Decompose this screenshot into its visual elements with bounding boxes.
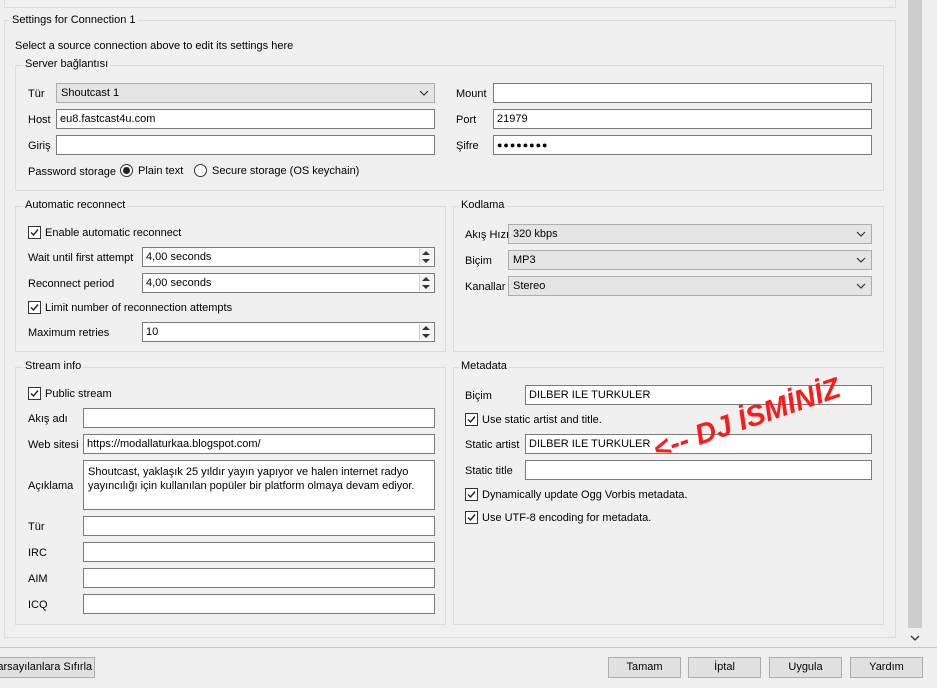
- period-spinbox[interactable]: 4,00 seconds: [142, 273, 435, 293]
- host-label: Host: [28, 114, 51, 126]
- wait-spinbox[interactable]: 4,00 seconds: [142, 247, 435, 267]
- metadata-format-label: Biçim: [465, 390, 492, 402]
- login-input[interactable]: [56, 135, 435, 155]
- connection-hint: Select a source connection above to edit…: [15, 40, 294, 52]
- host-input[interactable]: eu8.fastcast4u.com: [56, 109, 435, 129]
- public-stream-label: Public stream: [45, 388, 112, 400]
- check-icon: [30, 390, 39, 398]
- password-input[interactable]: ●●●●●●●●: [493, 135, 872, 155]
- bottom-separator: [0, 647, 937, 648]
- port-input[interactable]: 21979: [493, 109, 872, 129]
- password-storage-label: Password storage: [28, 166, 117, 178]
- stream-name-label: Akış adı: [28, 413, 68, 425]
- description-label: Açıklama: [28, 480, 74, 492]
- description-textarea[interactable]: Shoutcast, yaklaşık 25 yıldır yayın yapı…: [83, 460, 435, 510]
- check-icon: [467, 491, 476, 499]
- limit-attempts-checkbox[interactable]: [28, 301, 41, 314]
- check-icon: [30, 304, 39, 312]
- channels-label: Kanallar: [465, 281, 506, 293]
- enable-reconnect-checkbox[interactable]: [28, 226, 41, 239]
- mount-label: Mount: [456, 88, 487, 100]
- server-type-value: Shoutcast 1: [61, 87, 120, 99]
- server-type-label: Tür: [28, 88, 45, 100]
- enable-reconnect-label: Enable automatic reconnect: [45, 227, 182, 239]
- wait-label: Wait until first attempt: [28, 252, 134, 264]
- metadata-format-input[interactable]: DILBER ILE TURKULER: [525, 385, 872, 405]
- port-label: Port: [456, 114, 477, 126]
- irc-label: IRC: [28, 547, 47, 559]
- top-panel-edge: [4, 0, 896, 8]
- storage-secure-label: Secure storage (OS keychain): [212, 165, 360, 177]
- max-retries-spinbox[interactable]: 10: [142, 322, 435, 342]
- spin-arrows-icon[interactable]: [419, 324, 433, 340]
- max-retries-label: Maximum retries: [28, 327, 110, 339]
- stream-info-title: Stream info: [23, 360, 84, 373]
- format-value: MP3: [513, 254, 536, 266]
- reset-defaults-button[interactable]: Varsayılanlara Sıfırla: [0, 657, 95, 678]
- server-type-select[interactable]: Shoutcast 1: [56, 83, 435, 103]
- server-group-title: Server bağlantısı: [23, 58, 111, 71]
- static-title-input[interactable]: [525, 460, 872, 480]
- wait-value: 4,00 seconds: [146, 251, 212, 263]
- bitrate-select[interactable]: 320 kbps: [508, 224, 872, 244]
- period-label: Reconnect period: [28, 278, 115, 290]
- storage-plain-label: Plain text: [138, 165, 184, 177]
- utf8-metadata-checkbox[interactable]: [465, 511, 478, 524]
- ogg-metadata-checkbox[interactable]: [465, 488, 478, 501]
- limit-attempts-label: Limit number of reconnection attempts: [45, 302, 233, 314]
- scroll-down-icon[interactable]: [910, 634, 920, 642]
- connection-group-title: Settings for Connection 1: [10, 14, 138, 27]
- password-label: Şifre: [456, 140, 479, 152]
- metadata-group-title: Metadata: [459, 360, 509, 373]
- utf8-metadata-label: Use UTF-8 encoding for metadata.: [482, 512, 652, 524]
- stream-name-input[interactable]: [83, 408, 435, 428]
- ok-button[interactable]: Tamam: [608, 657, 681, 678]
- static-artist-input[interactable]: DILBER ILE TURKULER: [525, 434, 872, 454]
- storage-plain-radio[interactable]: [120, 164, 133, 177]
- login-label: Giriş: [28, 140, 51, 152]
- public-stream-checkbox[interactable]: [28, 387, 41, 400]
- chevron-down-icon: [856, 231, 866, 237]
- check-icon: [467, 514, 476, 522]
- channels-value: Stereo: [513, 280, 546, 292]
- channels-select[interactable]: Stereo: [508, 276, 872, 296]
- website-input[interactable]: https://modallaturkaa.blogspot.com/: [83, 434, 435, 454]
- static-title-label: Static title: [465, 465, 513, 477]
- encoding-group-title: Kodlama: [459, 199, 507, 212]
- scrollbar-thumb[interactable]: [908, 0, 922, 628]
- irc-input[interactable]: [83, 542, 435, 562]
- format-label: Biçim: [465, 255, 492, 267]
- website-label: Web sitesi: [28, 439, 79, 451]
- period-value: 4,00 seconds: [146, 277, 212, 289]
- cancel-button[interactable]: İptal: [688, 657, 761, 678]
- static-artist-label: Static artist: [465, 439, 520, 451]
- spin-arrows-icon[interactable]: [419, 249, 433, 265]
- bitrate-label: Akış Hızı: [465, 229, 510, 241]
- storage-secure-radio[interactable]: [194, 164, 207, 177]
- check-icon: [30, 229, 39, 237]
- chevron-down-icon: [419, 90, 429, 96]
- chevron-down-icon: [856, 257, 866, 263]
- max-retries-value: 10: [146, 326, 159, 338]
- genre-input[interactable]: [83, 516, 435, 536]
- apply-button[interactable]: Uygula: [769, 657, 842, 678]
- static-artist-checkbox[interactable]: [465, 413, 478, 426]
- chevron-down-icon: [856, 283, 866, 289]
- genre-label: Tür: [28, 521, 45, 533]
- mount-input[interactable]: [493, 83, 872, 103]
- ogg-metadata-label: Dynamically update Ogg Vorbis metadata.: [482, 489, 688, 501]
- format-select[interactable]: MP3: [508, 250, 872, 270]
- static-artist-check-label: Use static artist and title.: [482, 414, 602, 426]
- bitrate-value: 320 kbps: [513, 228, 558, 240]
- help-button[interactable]: Yardım: [850, 657, 923, 678]
- aim-label: AIM: [28, 573, 48, 585]
- check-icon: [467, 416, 476, 424]
- reconnect-group-title: Automatic reconnect: [23, 199, 128, 212]
- aim-input[interactable]: [83, 568, 435, 588]
- icq-input[interactable]: [83, 594, 435, 614]
- icq-label: ICQ: [28, 599, 48, 611]
- spin-arrows-icon[interactable]: [419, 275, 433, 291]
